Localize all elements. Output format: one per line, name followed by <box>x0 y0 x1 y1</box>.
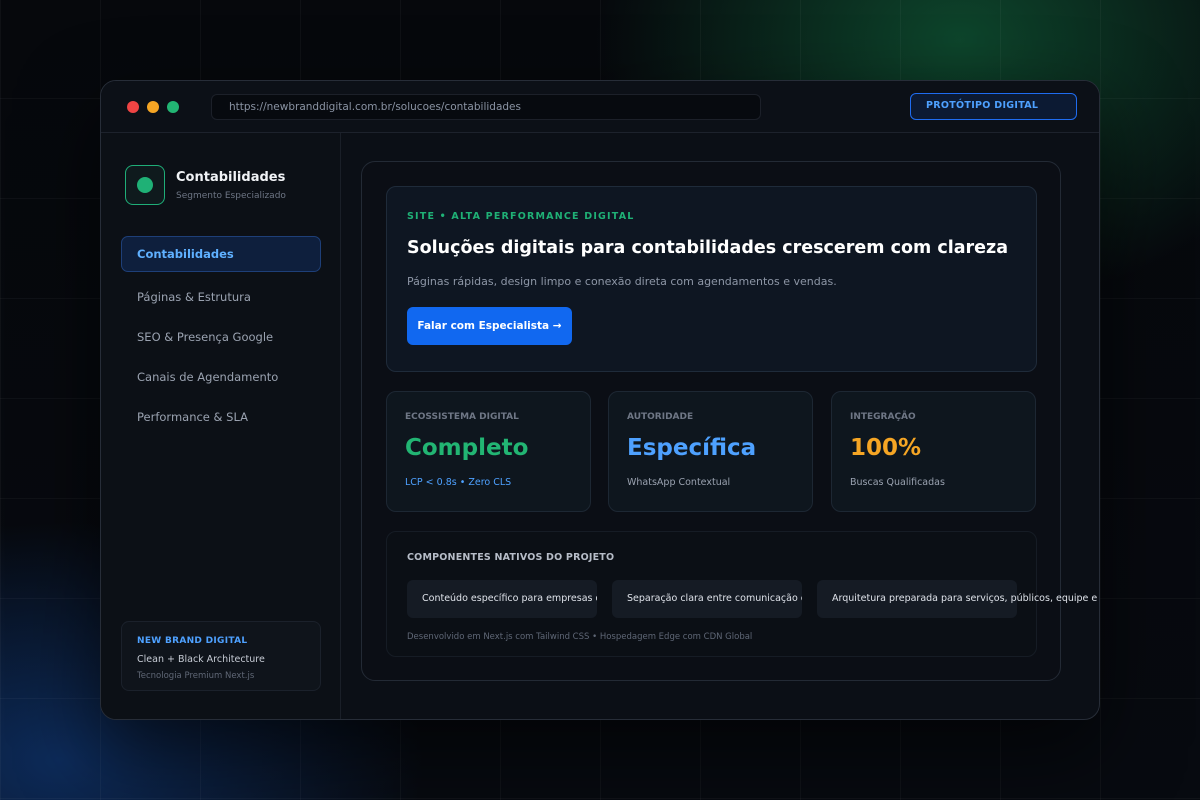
native-components-section: COMPONENTES NATIVOS DO PROJETO Conteúdo … <box>386 531 1099 657</box>
sidebar-card-line1: Clean + Black Architecture <box>137 654 265 665</box>
component-chip: Arquitetura preparada para serviços, púb… <box>817 580 1099 618</box>
tech-footnote: Desenvolvido em Next.js com Tailwind CSS… <box>407 632 753 642</box>
brand-logo <box>125 165 165 205</box>
hero-eyebrow: SITE • ALTA PERFORMANCE DIGITAL <box>407 211 635 222</box>
sidebar-card-line2: Tecnologia Premium Next.js <box>137 671 255 681</box>
main-panel: SITE • ALTA PERFORMANCE DIGITAL Soluções… <box>361 161 1099 681</box>
prototype-badge: PROTÓTIPO DIGITAL <box>910 93 1077 120</box>
sidebar-item-performance[interactable]: Performance & SLA <box>121 399 321 435</box>
hero-subtitle: Páginas rápidas, design limpo e conexão … <box>407 275 837 288</box>
sidebar-item-paginas-estrutura[interactable]: Páginas & Estrutura <box>121 279 321 315</box>
sidebar-brand-card: NEW BRAND DIGITAL Clean + Black Architec… <box>121 621 321 691</box>
stat-sub: WhatsApp Contextual <box>627 477 731 488</box>
address-bar[interactable]: https://newbranddigital.com.br/solucoes/… <box>211 94 761 120</box>
minimize-window-dot[interactable] <box>147 101 159 113</box>
hero-section: SITE • ALTA PERFORMANCE DIGITAL Soluções… <box>386 186 1037 372</box>
stat-card-integration: INTEGRAÇÃO 100% Buscas Qualificadas <box>831 391 1036 512</box>
talk-to-specialist-button[interactable]: Falar com Especialista → <box>407 307 572 345</box>
stat-label: AUTORIDADE <box>627 412 694 422</box>
stat-sub: Buscas Qualificadas <box>850 477 945 488</box>
sidebar: Contabilidades Segmento Especializado Co… <box>101 133 341 719</box>
stat-value: Completo <box>405 435 529 461</box>
hero-title: Soluções digitais para contabilidades cr… <box>407 238 1009 258</box>
stat-sub: LCP < 0.8s • Zero CLS <box>405 477 512 488</box>
component-chip: Conteúdo específico para empresas que <box>407 580 597 618</box>
stat-card-ecosystem: ECOSSISTEMA DIGITAL Completo LCP < 0.8s … <box>386 391 591 512</box>
stat-value: 100% <box>850 435 922 461</box>
brand-title: Contabilidades <box>176 170 286 185</box>
component-chip: Separação clara entre comunicação com <box>612 580 802 618</box>
stat-label: INTEGRAÇÃO <box>850 412 916 422</box>
stat-value: Específica <box>627 435 757 461</box>
title-bar: https://newbranddigital.com.br/solucoes/… <box>101 81 1099 133</box>
sidebar-item-contabilidades[interactable]: Contabilidades <box>121 236 321 272</box>
stat-card-authority: AUTORIDADE Específica WhatsApp Contextua… <box>608 391 813 512</box>
sidebar-item-agendamento[interactable]: Canais de Agendamento <box>121 359 321 395</box>
components-title: COMPONENTES NATIVOS DO PROJETO <box>407 552 615 563</box>
sidebar-card-title: NEW BRAND DIGITAL <box>137 636 248 646</box>
brand-subtitle: Segmento Especializado <box>176 191 286 201</box>
sidebar-item-seo[interactable]: SEO & Presença Google <box>121 319 321 355</box>
logo-dot-icon <box>137 177 153 193</box>
browser-window: https://newbranddigital.com.br/solucoes/… <box>100 80 1100 720</box>
maximize-window-dot[interactable] <box>167 101 179 113</box>
stat-label: ECOSSISTEMA DIGITAL <box>405 412 519 422</box>
close-window-dot[interactable] <box>127 101 139 113</box>
